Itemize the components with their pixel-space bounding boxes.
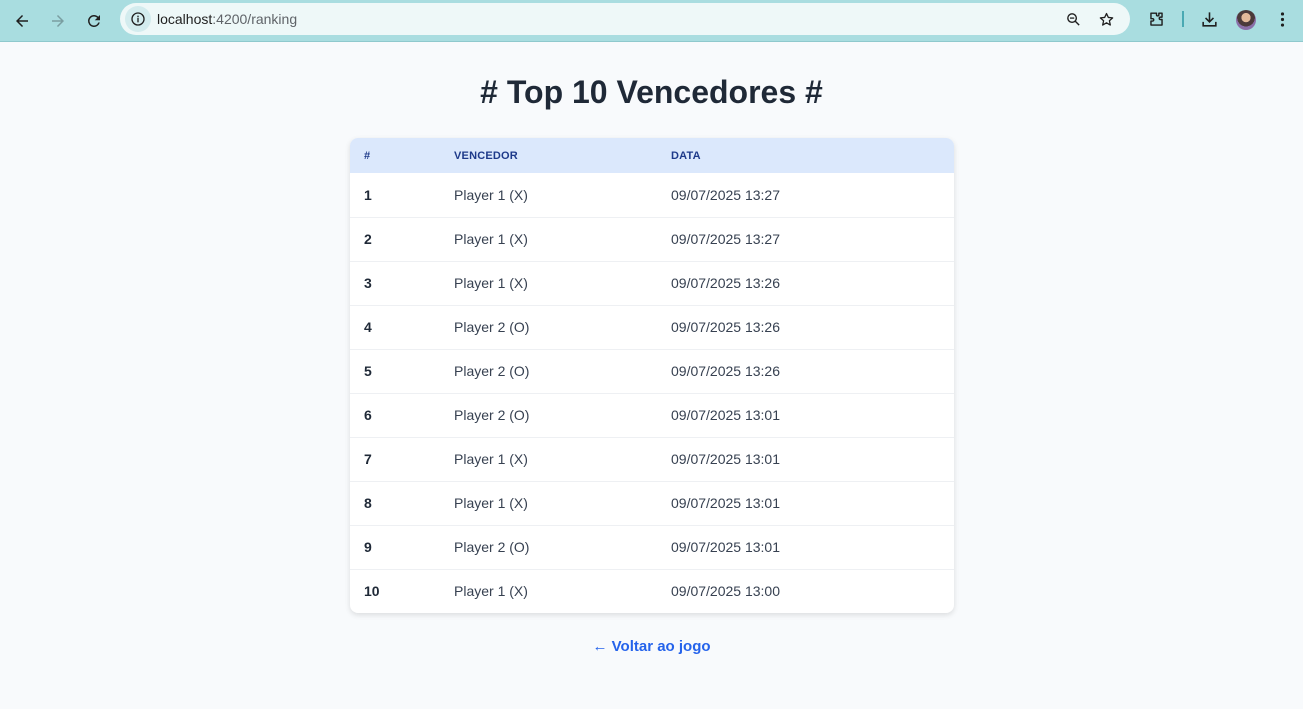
table-row: 1 Player 1 (X) 09/07/2025 13:27 bbox=[350, 173, 954, 217]
winner-cell: Player 2 (O) bbox=[454, 407, 530, 423]
table-row: 4 Player 2 (O) 09/07/2025 13:26 bbox=[350, 305, 954, 349]
date-cell: 09/07/2025 13:01 bbox=[671, 407, 780, 423]
zoom-icon[interactable] bbox=[1063, 9, 1083, 29]
winner-cell: Player 1 (X) bbox=[454, 583, 528, 600]
ranking-table-card: # VENCEDOR DATA 1 Player 1 (X) 09/07/202… bbox=[350, 138, 954, 613]
date-cell: 09/07/2025 13:01 bbox=[671, 495, 780, 511]
url-host: localhost bbox=[157, 11, 213, 27]
profile-avatar[interactable] bbox=[1236, 10, 1256, 30]
rank-cell: 4 bbox=[364, 319, 372, 335]
winner-cell: Player 1 (X) bbox=[454, 495, 528, 511]
address-bar[interactable]: localhost:4200/ranking bbox=[120, 3, 1130, 35]
date-cell: 09/07/2025 13:27 bbox=[671, 186, 780, 203]
extensions-icon[interactable] bbox=[1143, 6, 1169, 32]
arrow-right-icon bbox=[52, 15, 64, 27]
column-header-winner: VENCEDOR bbox=[454, 149, 518, 162]
winner-cell: Player 2 (O) bbox=[454, 363, 530, 379]
rank-cell: 10 bbox=[364, 583, 380, 600]
winner-cell: Player 1 (X) bbox=[454, 451, 528, 467]
menu-kebab-icon[interactable] bbox=[1269, 6, 1295, 32]
browser-toolbar: localhost:4200/ranking bbox=[0, 0, 1303, 42]
table-row: 3 Player 1 (X) 09/07/2025 13:26 bbox=[350, 261, 954, 305]
forward-button[interactable] bbox=[44, 7, 72, 35]
date-cell: 09/07/2025 13:26 bbox=[671, 275, 780, 291]
table-row: 7 Player 1 (X) 09/07/2025 13:01 bbox=[350, 437, 954, 481]
rank-cell: 8 bbox=[364, 495, 372, 511]
winner-cell: Player 2 (O) bbox=[454, 539, 530, 555]
ranking-table: # VENCEDOR DATA 1 Player 1 (X) 09/07/202… bbox=[350, 138, 954, 613]
site-info-icon[interactable] bbox=[125, 6, 151, 32]
column-header-rank: # bbox=[364, 149, 371, 162]
bookmark-star-icon[interactable] bbox=[1096, 9, 1116, 29]
winner-cell: Player 1 (X) bbox=[454, 186, 528, 203]
table-row: 8 Player 1 (X) 09/07/2025 13:01 bbox=[350, 481, 954, 525]
back-to-game-link[interactable]: ← Voltar ao jogo bbox=[0, 638, 1303, 656]
download-icon[interactable] bbox=[1196, 6, 1222, 32]
date-cell: 09/07/2025 13:26 bbox=[671, 319, 780, 335]
winner-cell: Player 2 (O) bbox=[454, 319, 530, 335]
date-cell: 09/07/2025 13:26 bbox=[671, 363, 780, 379]
date-cell: 09/07/2025 13:27 bbox=[671, 231, 780, 247]
rank-cell: 2 bbox=[364, 231, 372, 247]
back-button[interactable] bbox=[8, 7, 36, 35]
table-row: 9 Player 2 (O) 09/07/2025 13:01 bbox=[350, 525, 954, 569]
toolbar-divider bbox=[1182, 11, 1184, 27]
table-row: 5 Player 2 (O) 09/07/2025 13:26 bbox=[350, 349, 954, 393]
rank-cell: 5 bbox=[364, 363, 372, 379]
rank-cell: 1 bbox=[364, 186, 372, 203]
winner-cell: Player 1 (X) bbox=[454, 275, 528, 291]
rank-cell: 7 bbox=[364, 451, 372, 467]
arrow-left-icon bbox=[16, 15, 28, 27]
table-row: 6 Player 2 (O) 09/07/2025 13:01 bbox=[350, 393, 954, 437]
reload-icon bbox=[88, 15, 100, 27]
table-row: 10 Player 1 (X) 09/07/2025 13:00 bbox=[350, 569, 954, 613]
table-row: 2 Player 1 (X) 09/07/2025 13:27 bbox=[350, 217, 954, 261]
date-cell: 09/07/2025 13:00 bbox=[671, 583, 780, 600]
reload-button[interactable] bbox=[80, 7, 108, 35]
url-text: localhost:4200/ranking bbox=[157, 11, 297, 27]
table-header-row: # VENCEDOR DATA bbox=[350, 138, 954, 173]
url-path: :4200/ranking bbox=[212, 11, 298, 27]
rank-cell: 9 bbox=[364, 539, 372, 555]
date-cell: 09/07/2025 13:01 bbox=[671, 451, 780, 467]
date-cell: 09/07/2025 13:01 bbox=[671, 539, 780, 555]
rank-cell: 3 bbox=[364, 275, 372, 291]
winner-cell: Player 1 (X) bbox=[454, 231, 528, 247]
column-header-date: DATA bbox=[671, 149, 701, 162]
rank-cell: 6 bbox=[364, 407, 372, 423]
page-title: # Top 10 Vencedores # bbox=[480, 74, 823, 110]
